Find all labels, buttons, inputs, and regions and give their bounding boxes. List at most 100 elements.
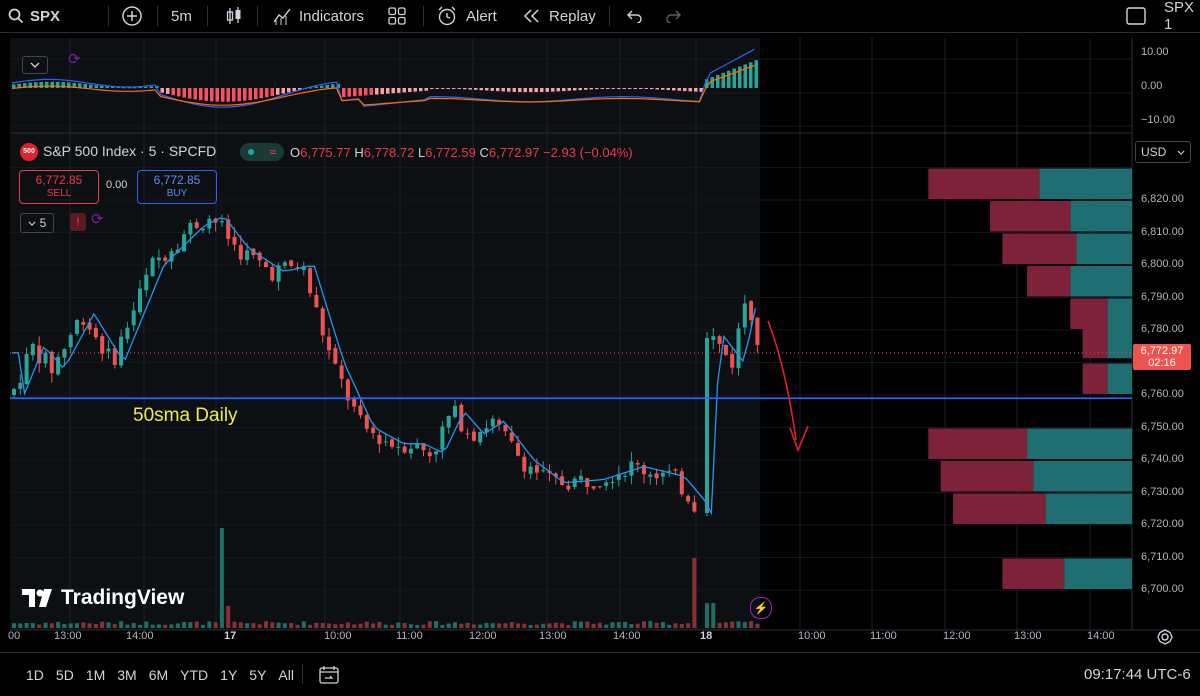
symbol-search[interactable]: SPX (8, 0, 60, 32)
macd-histogram-bar (325, 84, 329, 88)
indicator-count: 5 (39, 216, 47, 230)
buy-button[interactable]: 6,772.85 BUY (137, 170, 217, 204)
candle-body (453, 405, 457, 417)
indicators-label: Indicators (299, 7, 365, 25)
chart-title[interactable]: S&P 500 Index · 5 · SPCFD (43, 143, 216, 159)
price-scale-label: 6,700.00 (1141, 583, 1184, 595)
macd-histogram-bar (672, 88, 676, 91)
macd-collapse-button[interactable] (22, 56, 48, 74)
candle-body (705, 337, 709, 514)
candle-body (541, 470, 546, 472)
countdown-value: 02:16 (1148, 356, 1176, 369)
volume-profile-sell-bar (928, 168, 1040, 199)
layout-button[interactable] (1126, 0, 1146, 32)
volume-bar (24, 623, 29, 628)
volume-profile-buy-bar (1107, 327, 1132, 359)
macd-histogram-bar (573, 88, 577, 91)
candle-body (43, 352, 48, 364)
volume-bar (604, 624, 609, 628)
indicators-button[interactable]: Indicators (272, 0, 364, 32)
market-status[interactable]: ≈ (240, 143, 284, 161)
macd-histogram-bar (496, 88, 500, 92)
volume-bar (257, 624, 262, 628)
candle-body (667, 470, 672, 472)
alert-button[interactable]: Alert (436, 0, 497, 32)
chart-area[interactable] (10, 38, 1200, 650)
range-button-5d[interactable]: 5D (50, 667, 80, 683)
volume-profile-buy-bar (1107, 363, 1132, 394)
macd-histogram-bar (259, 88, 263, 99)
refresh-icon[interactable]: ⟳ (91, 210, 104, 228)
volume-profile-buy-bar (1107, 298, 1132, 329)
volume-bar (18, 623, 23, 628)
arrow-drawing[interactable] (767, 320, 797, 441)
undo-button[interactable] (625, 0, 643, 32)
macd-histogram-bar (314, 86, 318, 88)
indicators-toggle[interactable]: 5 (20, 213, 54, 233)
alarm-clock-icon (438, 6, 456, 26)
volume-bar (679, 624, 684, 628)
volume-bar (749, 621, 754, 628)
volume-bar (264, 621, 268, 628)
candle-body (465, 433, 470, 435)
macd-histogram-bar (89, 84, 93, 88)
candle-body (131, 310, 136, 326)
macd-histogram-bar (677, 88, 681, 91)
macd-histogram-bar (507, 88, 511, 92)
macd-histogram-bar (727, 70, 731, 88)
volume-bar (100, 621, 105, 628)
range-button-1d[interactable]: 1D (20, 667, 50, 683)
candle-body (522, 456, 527, 472)
warning-icon[interactable]: ! (70, 213, 86, 231)
candle-body (56, 356, 61, 375)
settings-button[interactable] (1157, 629, 1173, 650)
range-button-1y[interactable]: 1Y (214, 667, 243, 683)
macd-histogram-bar (551, 88, 555, 92)
volume-bar (686, 623, 691, 628)
volume-bar (591, 623, 596, 628)
chart-canvas[interactable] (10, 38, 1200, 650)
chart-type-button[interactable] (225, 0, 243, 32)
redo-button[interactable] (665, 0, 683, 32)
candle-body (194, 222, 199, 229)
tradingview-watermark[interactable]: TradingView (22, 586, 184, 610)
range-button-3m[interactable]: 3M (111, 667, 142, 683)
compare-button[interactable] (121, 0, 143, 32)
volume-profile-buy-bar (1064, 558, 1132, 589)
macd-histogram-bar (688, 88, 692, 92)
macd-histogram-bar (364, 88, 368, 96)
range-button-1m[interactable]: 1M (80, 667, 111, 683)
currency-select[interactable]: USD (1135, 141, 1191, 163)
lightning-icon[interactable]: ⚡ (750, 597, 772, 619)
date-range-button[interactable] (318, 653, 340, 696)
clock[interactable]: 09:17:44 UTC-6 (1084, 653, 1191, 696)
candle-body (106, 348, 111, 352)
candle-body (345, 379, 350, 401)
macd-refresh-icon[interactable]: ⟳ (68, 50, 81, 68)
range-button-all[interactable]: All (272, 667, 300, 683)
volume-profile-buy-bar (1076, 233, 1132, 264)
candle-body (629, 461, 634, 476)
tradingview-logo-icon (22, 589, 52, 607)
macd-histogram-bar (39, 81, 43, 88)
annotation-text[interactable]: 50sma Daily (133, 405, 238, 427)
time-scale-label: 11:00 (870, 630, 897, 642)
volume-bar (642, 621, 646, 628)
range-button-6m[interactable]: 6M (143, 667, 174, 683)
macd-histogram-bar (188, 88, 192, 99)
templates-button[interactable] (388, 0, 406, 32)
watermark-text: TradingView (61, 586, 185, 609)
replay-button[interactable]: Replay (523, 0, 596, 32)
candle-body (736, 328, 741, 369)
right-symbol-label[interactable]: SPX 1 (1164, 0, 1200, 33)
candle-body (383, 441, 388, 443)
volume-bar (471, 624, 476, 628)
plus-circle-icon (122, 6, 142, 26)
range-button-ytd[interactable]: YTD (174, 667, 214, 683)
candle-body (427, 452, 432, 457)
range-button-5y[interactable]: 5Y (243, 667, 272, 683)
volume-bar (402, 623, 407, 628)
macd-histogram-bar (617, 88, 621, 89)
interval-button[interactable]: 5m (171, 0, 192, 32)
sell-button[interactable]: 6,772.85 SELL (19, 170, 99, 204)
